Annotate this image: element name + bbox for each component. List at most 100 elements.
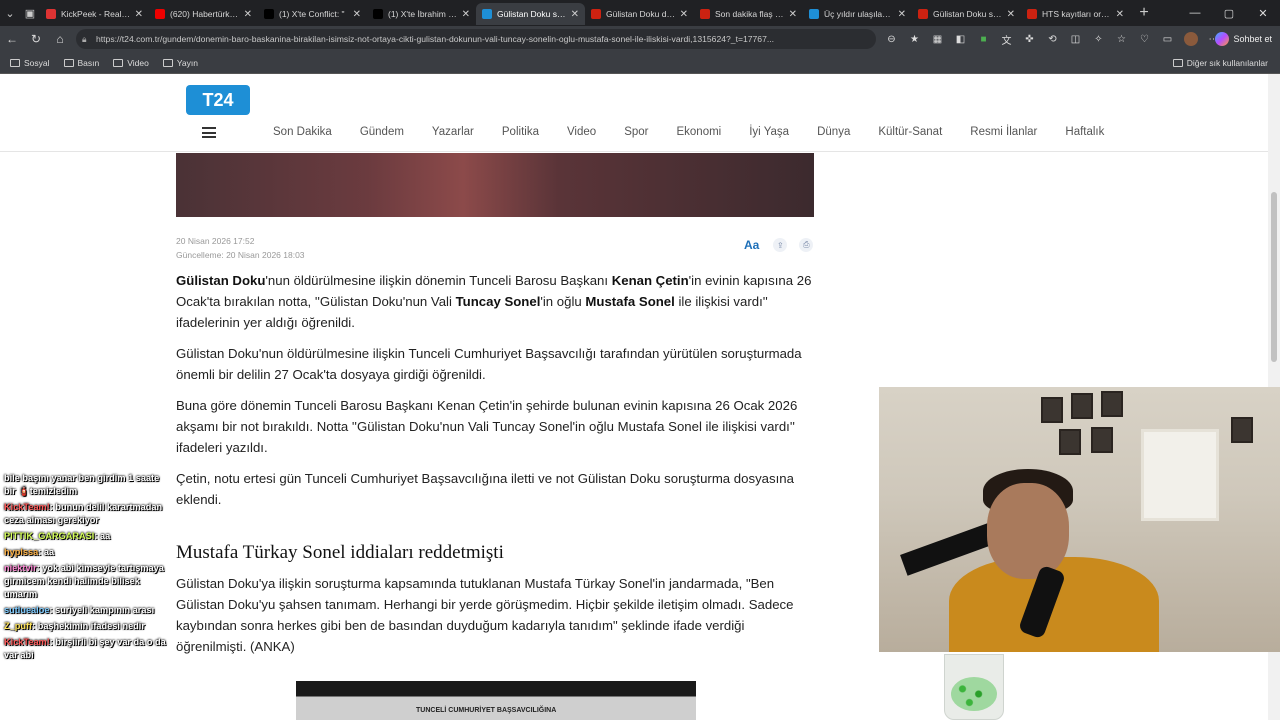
tab-close-icon[interactable]: ✕ xyxy=(135,9,143,20)
extension-1-icon[interactable]: ▦ xyxy=(926,29,949,49)
scrollbar-thumb[interactable] xyxy=(1271,192,1277,362)
nav-item[interactable]: Haftalık xyxy=(1065,126,1104,138)
nav-item[interactable]: Kültür-Sanat xyxy=(878,126,942,138)
bookmark-folder[interactable]: Video xyxy=(113,58,149,68)
tab-favicon-icon xyxy=(482,9,492,19)
bookmark-folder[interactable]: Sosyal xyxy=(10,58,50,68)
url-field[interactable]: 🔒︎ https://t24.com.tr/gundem/donemin-bar… xyxy=(76,29,876,49)
paragraph-3: Buna göre dönemin Tunceli Barosu Başkanı… xyxy=(176,398,798,455)
hamburger-menu-icon[interactable] xyxy=(202,127,216,138)
tab-favicon-icon xyxy=(1027,9,1037,19)
nav-item[interactable]: Spor xyxy=(624,126,648,138)
profile-menu-icon[interactable]: ⌄ xyxy=(0,3,20,23)
tab-title: Gülistan Doku dosy xyxy=(606,9,676,19)
browser-tab[interactable]: Üç yıldır ulaşılamay ✕ xyxy=(803,3,912,25)
tab-close-icon[interactable]: ✕ xyxy=(789,9,797,20)
site-logo[interactable]: T24 xyxy=(186,85,250,115)
print-icon[interactable]: ⎙ xyxy=(799,238,814,252)
chat-message: hyplssa: aa xyxy=(4,546,172,559)
chat-username[interactable]: Z_puff xyxy=(4,621,32,631)
workspaces-icon[interactable]: ▣ xyxy=(20,3,40,23)
chat-username[interactable]: PITTIK_GARGARASI xyxy=(4,531,94,541)
chat-username[interactable]: niektvir xyxy=(4,563,37,573)
document-image: TUNCELİ CUMHURİYET BAŞSAVCILIĞINA xyxy=(296,681,696,720)
favorite-star-icon[interactable]: ★ xyxy=(903,29,926,49)
article-dates: 20 Nisan 2026 17:52 Güncelleme: 20 Nisan… xyxy=(176,234,305,262)
nav-item[interactable]: Ekonomi xyxy=(676,126,721,138)
split-screen-icon[interactable]: ◫ xyxy=(1064,29,1087,49)
nav-item[interactable]: Gündem xyxy=(360,126,404,138)
tab-title: (620) Habertürk TV xyxy=(170,9,240,19)
tab-close-icon[interactable]: ✕ xyxy=(1116,9,1124,20)
copilot-icon xyxy=(1215,32,1230,46)
tab-close-icon[interactable]: ✕ xyxy=(353,9,361,20)
chat-message: bile başını yanar ben girdim 1 saate bir… xyxy=(4,472,172,498)
browser-tab[interactable]: HTS kayıtları ortaya ✕ xyxy=(1021,3,1130,25)
nav-item[interactable]: İyi Yaşa xyxy=(749,126,789,138)
font-size-button[interactable]: Aa xyxy=(744,238,759,252)
bookmark-folder[interactable]: Yayın xyxy=(162,58,198,68)
chat-username[interactable]: sutluealoe xyxy=(4,605,49,615)
new-tab-icon[interactable]: + xyxy=(1134,3,1154,23)
close-window-icon[interactable]: ✕ xyxy=(1246,7,1280,20)
avatar[interactable] xyxy=(1179,29,1202,49)
collections-icon[interactable]: ▭ xyxy=(1156,29,1179,49)
nav-item[interactable]: Video xyxy=(567,126,596,138)
chat-text: suriyeli kampının arası xyxy=(55,605,155,615)
chat-username[interactable]: KickTeam! xyxy=(4,637,50,647)
bold-name: Kenan Çetin xyxy=(611,273,689,288)
bold-name: Tuncay Sonel xyxy=(455,294,541,309)
chat-message: KickTeam!: bunun delil karartmadan ceza … xyxy=(4,501,172,527)
browser-tab[interactable]: (1) X'te Conflict: " ✕ xyxy=(258,3,367,25)
chat-message: Z_puff: başhekimin ifadesi nedir xyxy=(4,620,172,633)
bookmark-list: Sosyal Basın Video Yayın xyxy=(0,58,202,68)
tab-close-icon[interactable]: ✕ xyxy=(244,9,252,20)
tab-close-icon[interactable]: ✕ xyxy=(898,9,906,20)
bookmark-folder[interactable]: Basın xyxy=(63,57,100,68)
translate-icon[interactable]: 文 xyxy=(995,29,1018,49)
chat-button[interactable]: Sohbet et xyxy=(1215,29,1272,49)
browser-tab[interactable]: Gülistan Doku dosy ✕ xyxy=(585,3,694,25)
minimize-icon[interactable]: — xyxy=(1178,7,1212,19)
browser-tab[interactable]: (620) Habertürk TV ✕ xyxy=(149,3,258,25)
browser-tab[interactable]: KickPeek - Real-tim ✕ xyxy=(40,3,149,25)
section-heading: Mustafa Türkay Sonel iddiaları reddetmiş… xyxy=(176,542,504,563)
browser-tab[interactable]: Gülistan Doku soru ✕ xyxy=(476,3,585,25)
tab-close-icon[interactable]: ✕ xyxy=(571,9,579,20)
share-icon[interactable]: ⇪ xyxy=(773,238,788,252)
extensions-icon[interactable]: ⟲ xyxy=(1041,29,1064,49)
lock-icon: 🔒︎ xyxy=(82,34,87,44)
extensions-puzzle-icon[interactable]: ✧ xyxy=(1087,29,1110,49)
nav-item[interactable]: Yazarlar xyxy=(432,126,474,138)
nav-item[interactable]: Son Dakika xyxy=(273,126,332,138)
nav-item[interactable]: Dünya xyxy=(817,126,850,138)
extension-5-icon[interactable]: ✜ xyxy=(1018,29,1041,49)
article-tools: Aa ⇪ ⎙ xyxy=(744,238,825,252)
browser-tab[interactable]: Gülistan Doku soru ✕ xyxy=(912,3,1021,25)
chat-message: niektvir: yok abi kimseyle tartışmaya gi… xyxy=(4,562,172,601)
maximize-icon[interactable]: ▢ xyxy=(1212,7,1246,20)
home-icon[interactable]: ⌂ xyxy=(48,27,72,51)
extension-3-icon[interactable]: ■ xyxy=(972,29,995,49)
read-aloud-icon[interactable]: ⊖ xyxy=(880,29,903,49)
tab-title: Gülistan Doku soru xyxy=(497,9,567,19)
back-icon[interactable]: ← xyxy=(0,27,24,51)
tab-close-icon[interactable]: ✕ xyxy=(462,9,470,20)
tab-close-icon[interactable]: ✕ xyxy=(680,9,688,20)
url-text: https://t24.com.tr/gundem/donemin-baro-b… xyxy=(96,34,775,44)
chat-username[interactable]: KickTeam! xyxy=(4,502,50,512)
browser-tab[interactable]: (1) X'te İbrahim Ha ✕ xyxy=(367,3,476,25)
bookmark-label: Basın xyxy=(77,57,100,68)
text: 'in oğlu xyxy=(540,294,586,309)
extension-2-icon[interactable]: ◧ xyxy=(949,29,972,49)
other-bookmarks[interactable]: Diğer sık kullanılanlar xyxy=(1172,52,1268,74)
nav-item[interactable]: Resmi İlanlar xyxy=(970,126,1037,138)
chat-username[interactable]: hyplssa xyxy=(4,547,38,557)
nav-item[interactable]: Politika xyxy=(502,126,539,138)
browser-tab[interactable]: Son dakika flaş geliş ✕ xyxy=(694,3,803,25)
performance-icon[interactable]: ♡ xyxy=(1133,29,1156,49)
window-controls: — ▢ ✕ xyxy=(1178,0,1280,26)
tab-close-icon[interactable]: ✕ xyxy=(1007,9,1015,20)
refresh-icon[interactable]: ↻ xyxy=(24,27,48,51)
favorites-icon[interactable]: ☆ xyxy=(1110,29,1133,49)
